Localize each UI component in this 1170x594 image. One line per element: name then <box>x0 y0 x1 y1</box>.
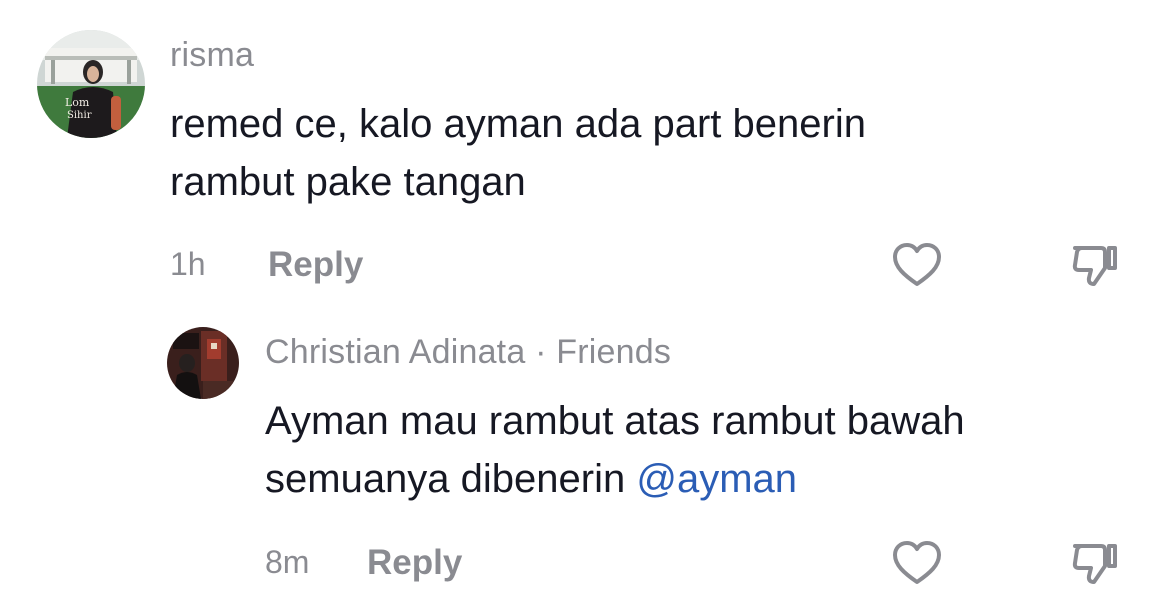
reply-button[interactable]: Reply <box>367 543 462 583</box>
comment-text-line: rambut pake tangan <box>170 160 526 204</box>
avatar[interactable] <box>167 327 239 399</box>
name-separator: · <box>535 333 547 371</box>
comment-timestamp: 8m <box>265 544 310 580</box>
comment-text: Ayman mau rambut atas rambut bawah semua… <box>265 392 965 508</box>
comment-username-row: Christian Adinata · Friends <box>265 333 671 372</box>
mention-link[interactable]: @ayman <box>636 457 797 501</box>
thumbs-down-outline-icon[interactable] <box>1068 238 1122 292</box>
comment-username[interactable]: risma <box>170 36 254 75</box>
reply-button[interactable]: Reply <box>268 245 363 285</box>
comment-timestamp: 1h <box>170 246 206 282</box>
comment-text-line: semuanya dibenerin @ayman <box>265 450 965 508</box>
comment-text-line: Ayman mau rambut atas rambut bawah <box>265 399 965 443</box>
heart-outline-icon[interactable] <box>890 536 944 590</box>
svg-text:Lom: Lom <box>65 96 90 109</box>
comment-text: remed ce, kalo ayman ada part benerin ra… <box>170 95 866 211</box>
friends-badge: Friends <box>556 333 672 371</box>
heart-outline-icon[interactable] <box>890 238 944 292</box>
svg-text:Sihir: Sihir <box>67 110 92 121</box>
comment-text-line: remed ce, kalo ayman ada part benerin <box>170 102 866 146</box>
thumbs-down-outline-icon[interactable] <box>1068 536 1122 590</box>
avatar[interactable]: Lom Sihir <box>37 30 145 138</box>
comment-text-fragment: semuanya dibenerin <box>265 457 626 501</box>
comment-username[interactable]: Christian Adinata <box>265 333 525 371</box>
